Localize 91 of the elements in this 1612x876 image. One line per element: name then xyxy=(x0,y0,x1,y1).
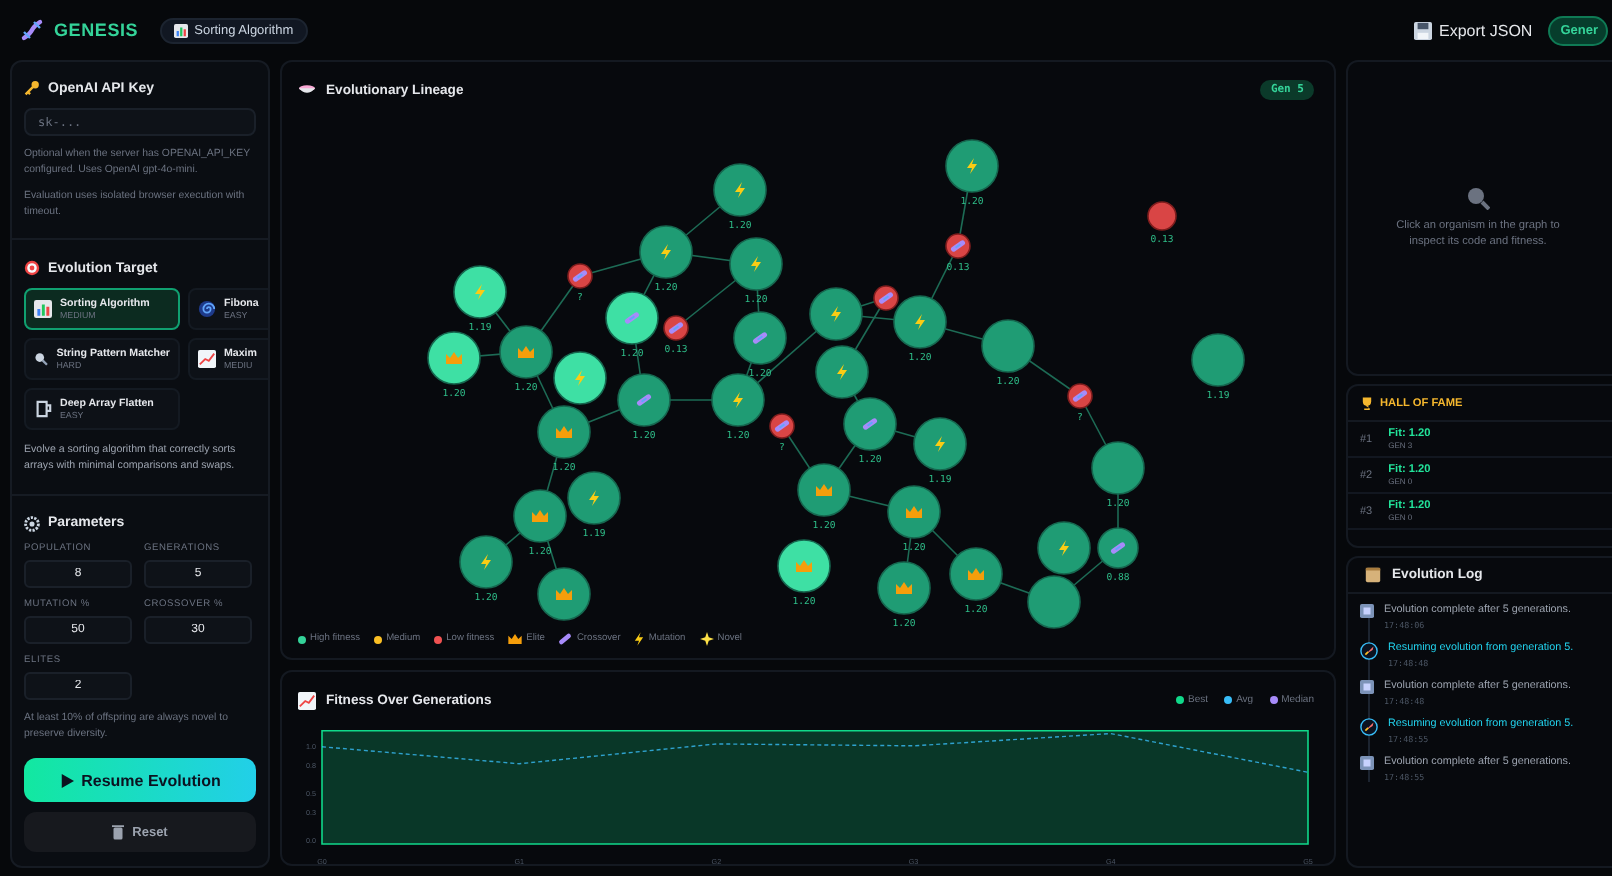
organism-node[interactable] xyxy=(843,397,897,451)
crown-icon xyxy=(532,510,548,522)
crown-icon xyxy=(968,568,984,580)
checkbox-icon xyxy=(1360,756,1374,770)
organism-node[interactable] xyxy=(537,405,591,459)
crown-icon xyxy=(556,426,572,438)
trend-chart-icon xyxy=(298,691,316,709)
organism-node[interactable] xyxy=(639,225,693,279)
organism-node[interactable] xyxy=(945,139,999,193)
lightning-icon xyxy=(634,632,645,646)
organism-node[interactable] xyxy=(567,471,621,525)
organism-node[interactable] xyxy=(713,163,767,217)
lightning-icon xyxy=(831,306,841,322)
organism-node[interactable] xyxy=(1067,383,1093,409)
organism-node[interactable] xyxy=(777,539,831,593)
resume-button[interactable]: Resume Evolution xyxy=(24,758,256,802)
organism-node[interactable] xyxy=(459,535,513,589)
checkbox-icon xyxy=(1360,680,1374,694)
lightning-icon xyxy=(575,370,585,386)
organism-node[interactable] xyxy=(733,311,787,365)
organism-node[interactable] xyxy=(1097,527,1139,569)
organism-node[interactable] xyxy=(1191,333,1245,387)
lightning-icon xyxy=(1059,540,1069,556)
sparkle-icon xyxy=(699,632,714,646)
lightning-icon xyxy=(481,554,491,570)
key-icon xyxy=(24,80,40,96)
crown-icon xyxy=(816,484,832,496)
rocket-icon xyxy=(1360,718,1378,736)
lightning-icon xyxy=(733,392,743,408)
play-icon xyxy=(59,773,74,787)
search-icon xyxy=(1466,185,1490,210)
lightning-icon xyxy=(735,182,745,198)
target-icon xyxy=(24,260,40,277)
organism-node[interactable] xyxy=(887,485,941,539)
lightning-icon xyxy=(915,314,925,330)
dish-icon xyxy=(298,84,316,96)
organism-node[interactable] xyxy=(1027,575,1081,629)
lightning-icon xyxy=(661,244,671,260)
rocket-icon xyxy=(1360,642,1378,660)
crown-icon xyxy=(796,560,812,572)
organism-node[interactable] xyxy=(1091,441,1145,495)
organism-node[interactable] xyxy=(873,285,899,311)
lightning-icon xyxy=(967,158,977,174)
lightning-icon xyxy=(751,256,761,272)
lightning-icon xyxy=(589,490,599,506)
crown-icon xyxy=(906,506,922,518)
organism-node[interactable] xyxy=(809,287,863,341)
lightning-icon xyxy=(935,436,945,452)
export-button[interactable]: Export JSON xyxy=(1413,21,1533,39)
organism-node[interactable] xyxy=(427,331,481,385)
organism-node[interactable] xyxy=(605,291,659,345)
dna-logo-icon xyxy=(20,18,44,42)
crown-icon xyxy=(556,588,572,600)
spiral-icon xyxy=(198,300,216,319)
organism-node[interactable] xyxy=(769,413,795,439)
organism-node[interactable] xyxy=(453,265,507,319)
organism-node[interactable] xyxy=(499,325,553,379)
crown-icon xyxy=(508,634,523,644)
organism-node[interactable] xyxy=(553,351,607,405)
trophy-icon xyxy=(1360,396,1374,410)
organism-node[interactable] xyxy=(949,547,1003,601)
crown-icon xyxy=(446,352,462,364)
organism-node[interactable] xyxy=(1037,521,1091,575)
crown-icon xyxy=(518,346,534,358)
organism-node[interactable] xyxy=(711,373,765,427)
bar-chart-icon xyxy=(174,23,189,37)
organism-node[interactable] xyxy=(617,373,671,427)
organism-node[interactable] xyxy=(1147,201,1177,231)
trash-icon xyxy=(112,824,125,840)
checkbox-icon xyxy=(1360,604,1374,618)
organism-node[interactable] xyxy=(913,417,967,471)
organism-node[interactable] xyxy=(815,345,869,399)
organism-node[interactable] xyxy=(729,237,783,291)
trend-chart-icon xyxy=(198,350,216,369)
organism-node[interactable] xyxy=(877,561,931,615)
lightning-icon xyxy=(475,284,485,300)
app-logo: GENESIS xyxy=(54,20,139,40)
organism-node[interactable] xyxy=(663,315,689,341)
organism-node[interactable] xyxy=(797,463,851,517)
crown-icon xyxy=(896,582,912,594)
organism-node[interactable] xyxy=(513,489,567,543)
organism-node[interactable] xyxy=(893,295,947,349)
lightning-icon xyxy=(837,364,847,380)
gear-icon xyxy=(24,515,40,532)
bar-chart-icon xyxy=(34,300,52,319)
organism-node[interactable] xyxy=(537,567,591,621)
cup-icon xyxy=(34,400,52,419)
magnifier-icon xyxy=(34,350,49,369)
organism-node[interactable] xyxy=(945,233,971,259)
organism-node[interactable] xyxy=(567,263,593,289)
organism-node[interactable] xyxy=(981,319,1035,373)
